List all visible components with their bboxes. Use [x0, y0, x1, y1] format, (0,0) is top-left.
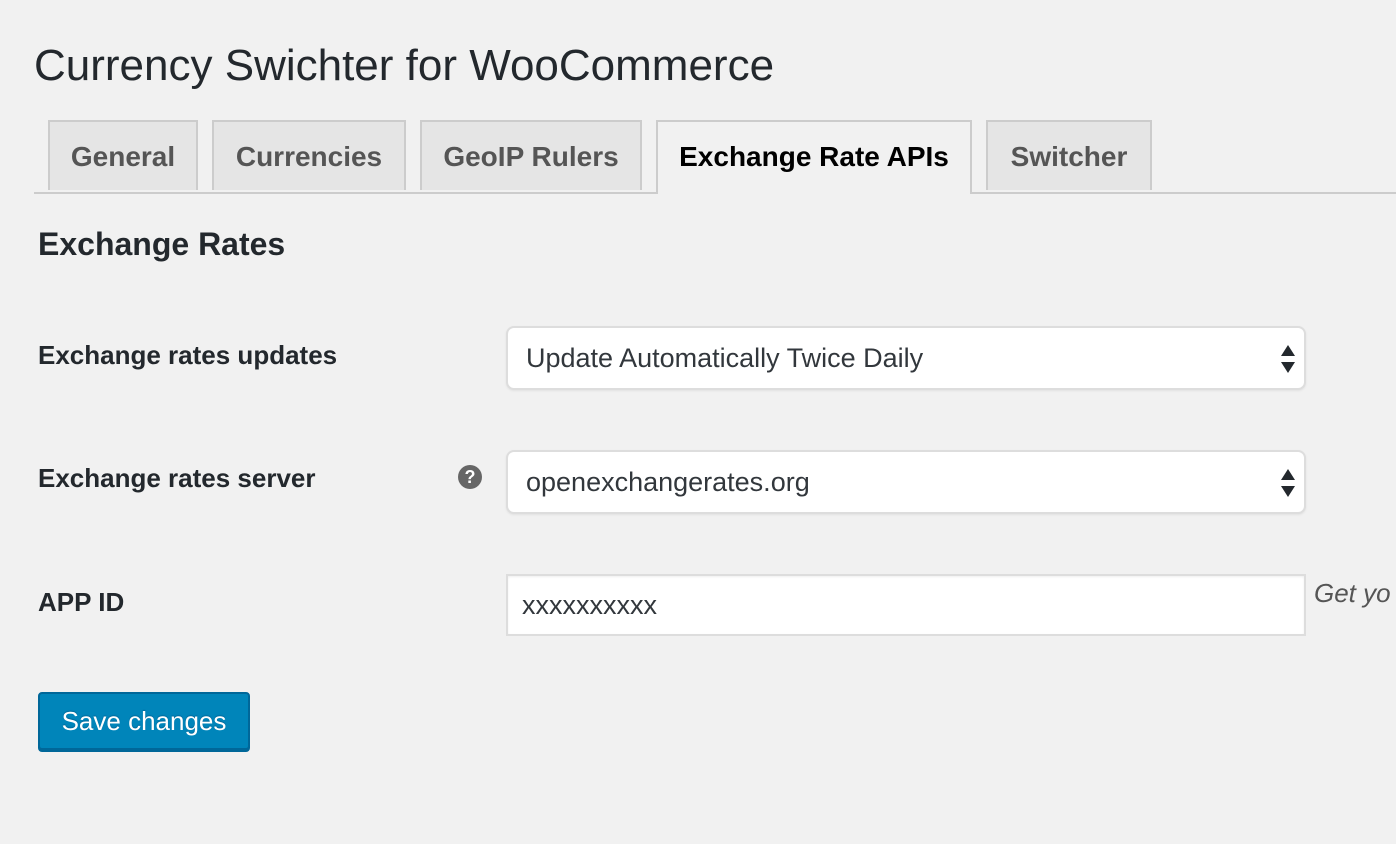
- exchange-rates-server-select[interactable]: openexchangerates.org: [506, 450, 1306, 514]
- exchange-rates-updates-value: Update Automatically Twice Daily: [526, 343, 924, 373]
- tab-geoip-rulers[interactable]: GeoIP Rulers: [420, 120, 642, 190]
- help-icon[interactable]: ?: [458, 465, 482, 489]
- app-id-description: Get yo: [1314, 578, 1391, 608]
- tab-currencies[interactable]: Currencies: [212, 120, 406, 190]
- tab-general[interactable]: General: [48, 120, 198, 190]
- save-changes-button[interactable]: Save changes: [38, 692, 250, 750]
- app-id-label: APP ID: [38, 587, 125, 617]
- exchange-rates-updates-select[interactable]: Update Automatically Twice Daily: [506, 326, 1306, 390]
- tab-exchange-rate-apis[interactable]: Exchange Rate APIs: [656, 120, 972, 194]
- tab-switcher[interactable]: Switcher: [986, 120, 1152, 190]
- select-arrows-icon: [1280, 469, 1296, 497]
- app-id-input[interactable]: [506, 574, 1306, 636]
- page-title: Currency Swichter for WooCommerce: [34, 41, 775, 90]
- select-arrows-icon: [1280, 345, 1296, 373]
- exchange-rates-server-label: Exchange rates server: [38, 463, 316, 493]
- exchange-rates-server-value: openexchangerates.org: [526, 467, 810, 497]
- section-title: Exchange Rates: [38, 226, 286, 262]
- exchange-rates-updates-label: Exchange rates updates: [38, 340, 338, 370]
- settings-tabs: General Currencies GeoIP Rulers Exchange…: [34, 120, 1396, 194]
